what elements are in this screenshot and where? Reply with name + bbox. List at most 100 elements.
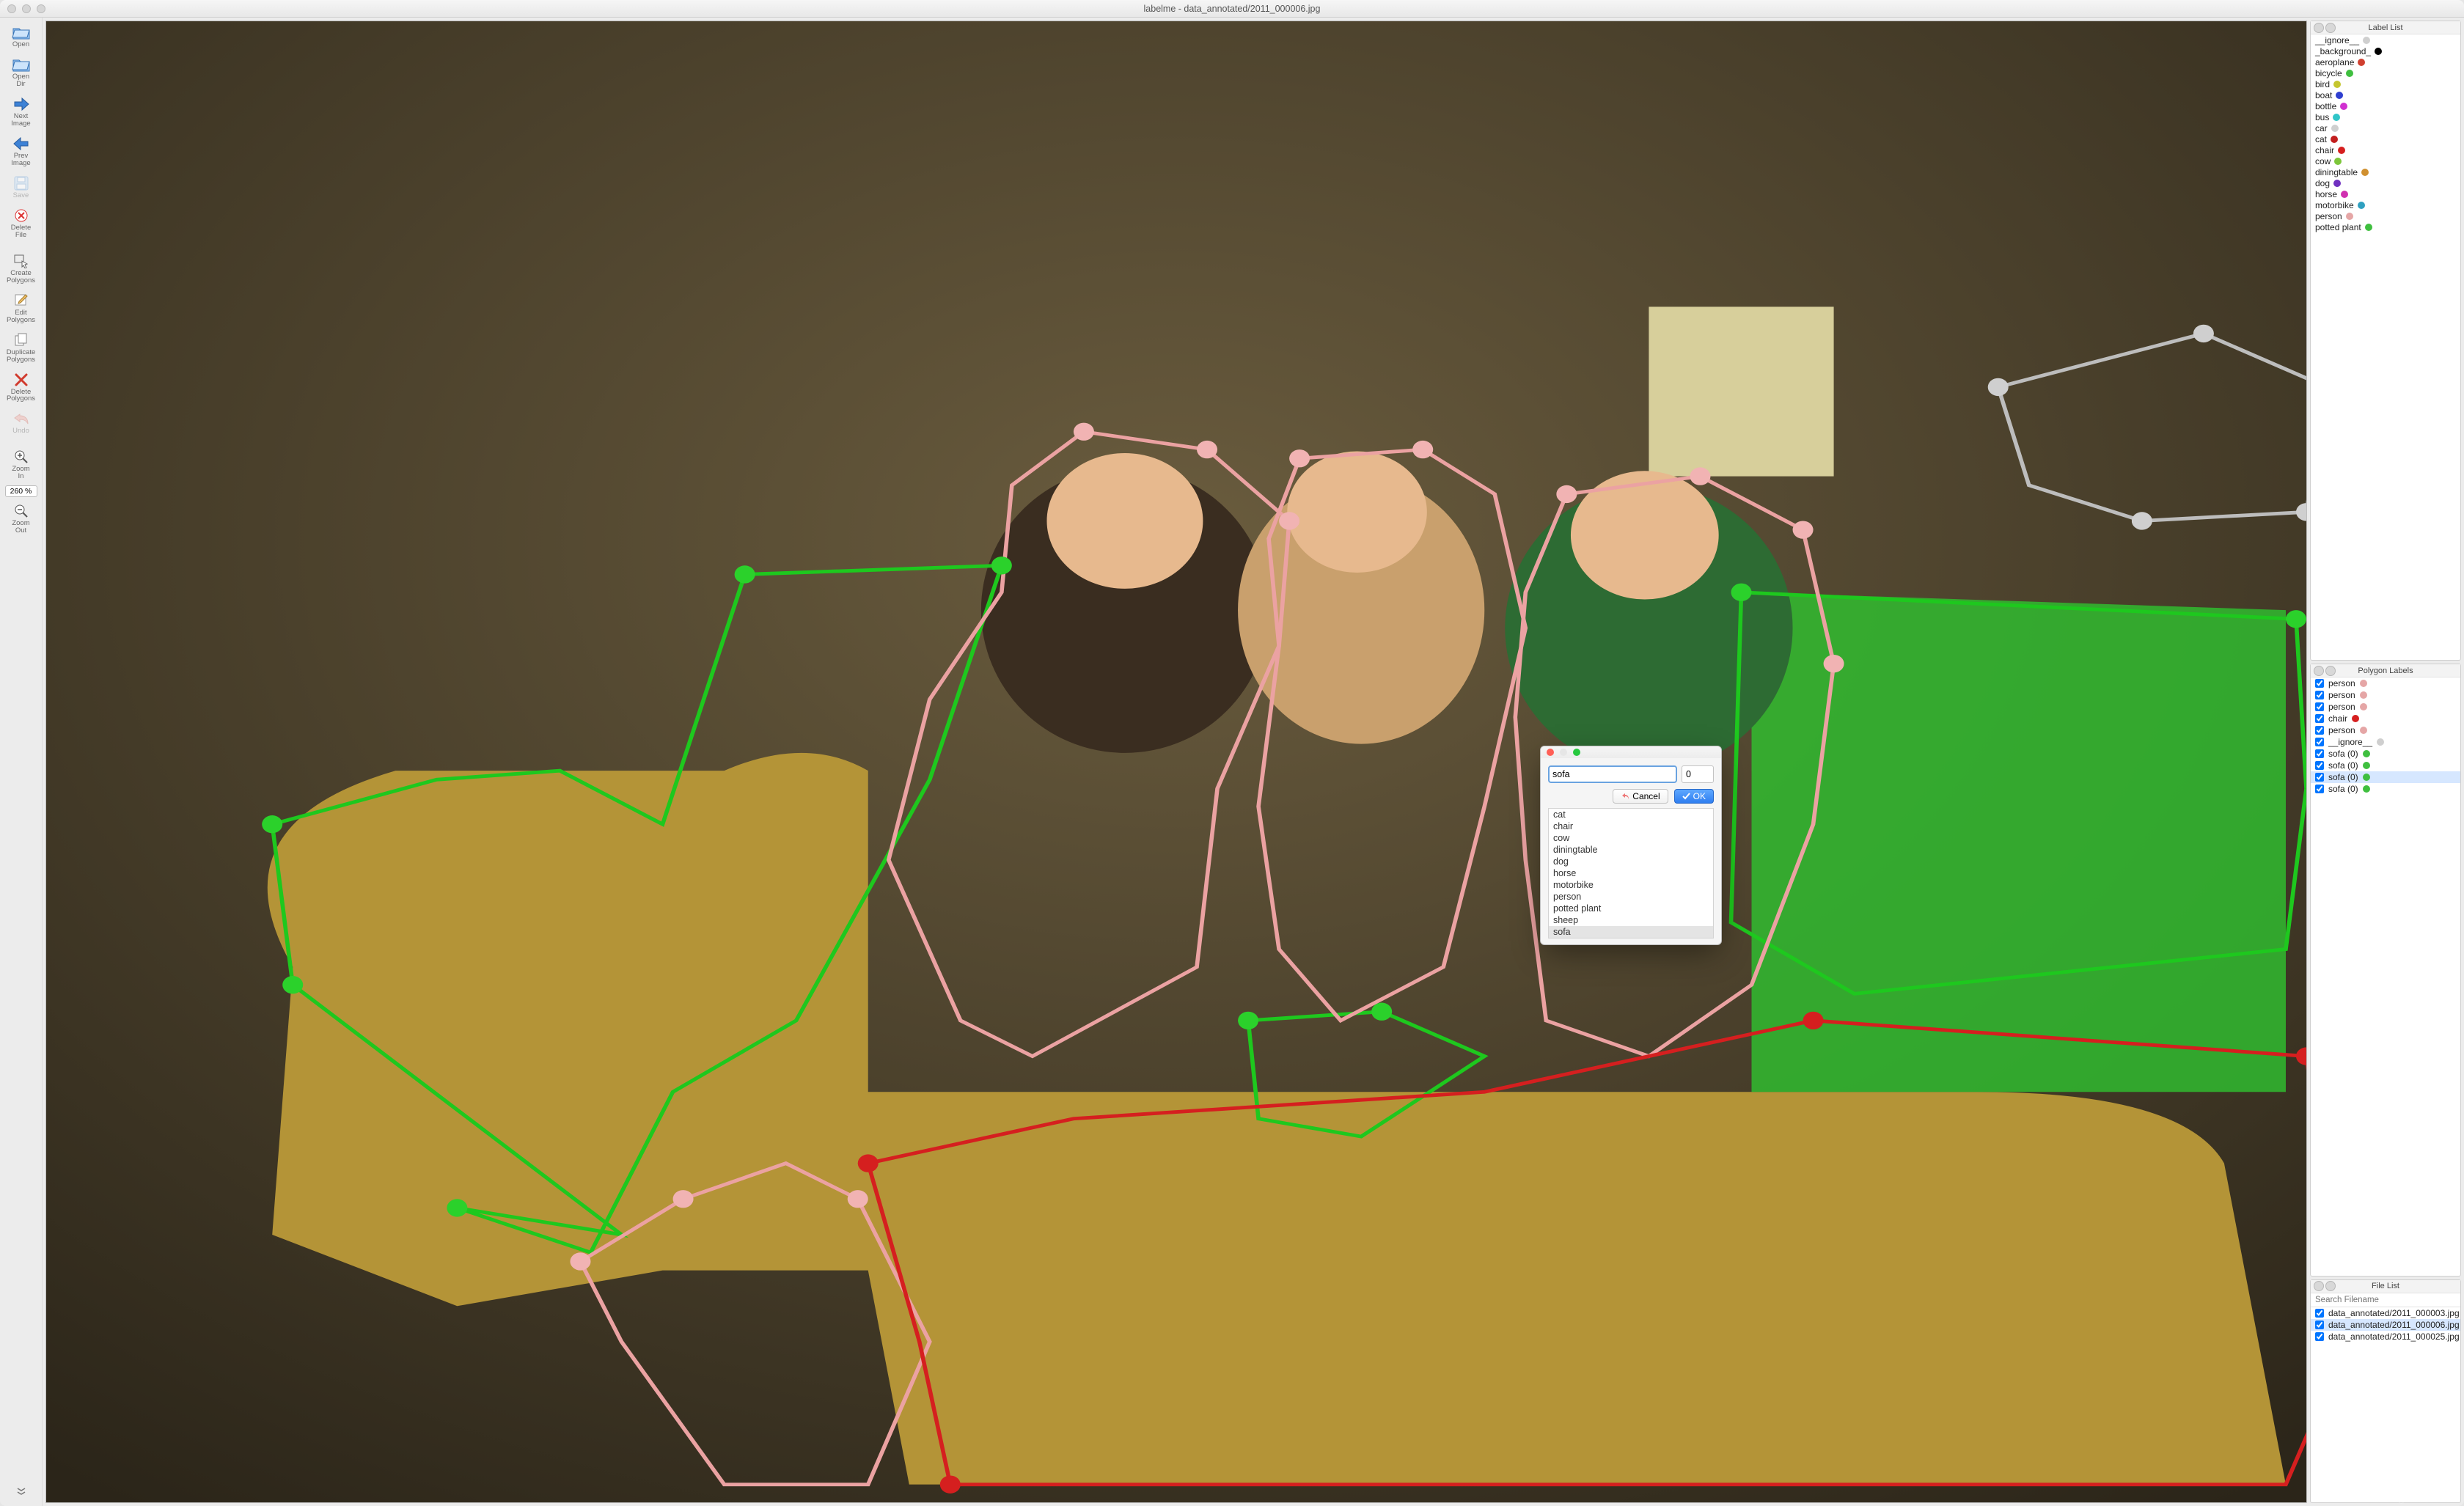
panel-undock-icon[interactable]: [2325, 23, 2336, 33]
polygon-item-checkbox[interactable]: [2315, 773, 2324, 782]
label-option-list[interactable]: catchaircowdiningtabledoghorsemotorbikep…: [1548, 808, 1714, 939]
label-option[interactable]: person: [1549, 891, 1713, 903]
delete-file-button[interactable]: Delete File: [0, 204, 42, 243]
toolbar-expand-toggle[interactable]: [0, 1481, 42, 1506]
zoom-value[interactable]: 260 %: [5, 485, 37, 497]
dialog-traffic-zoom[interactable]: [1573, 749, 1580, 756]
label-list-item[interactable]: bus: [2311, 111, 2460, 122]
file-item-checkbox[interactable]: [2315, 1309, 2324, 1318]
label-list-item[interactable]: bird: [2311, 78, 2460, 89]
polygon-list-item[interactable]: sofa (0): [2311, 783, 2460, 795]
polygon-list-item[interactable]: sofa (0): [2311, 760, 2460, 771]
label-list-item[interactable]: _background_: [2311, 45, 2460, 56]
label-group-input[interactable]: [1682, 765, 1714, 783]
traffic-min[interactable]: [22, 4, 31, 13]
label-list-item[interactable]: chair: [2311, 144, 2460, 155]
label-name-input[interactable]: [1548, 765, 1677, 783]
polygon-list-item[interactable]: person: [2311, 724, 2460, 736]
file-list-body[interactable]: data_annotated/2011_000003.jpg data_anno…: [2311, 1307, 2460, 1502]
label-option[interactable]: sheep: [1549, 914, 1713, 926]
zoom-out-button[interactable]: Zoom Out: [0, 499, 42, 539]
label-option[interactable]: dog: [1549, 856, 1713, 867]
polygon-item-checkbox[interactable]: [2315, 785, 2324, 793]
window-title: labelme - data_annotated/2011_000006.jpg: [0, 4, 2464, 14]
label-list-item[interactable]: boat: [2311, 89, 2460, 100]
label-option[interactable]: potted plant: [1549, 903, 1713, 914]
label-list-body[interactable]: __ignore___background_aeroplanebicyclebi…: [2311, 34, 2460, 660]
save-label: Save: [13, 192, 29, 199]
open-button[interactable]: Open: [0, 21, 42, 53]
create-polygons-button[interactable]: Create Polygons: [0, 249, 42, 289]
label-option[interactable]: chair: [1549, 820, 1713, 832]
cancel-button[interactable]: Cancel: [1613, 789, 1668, 804]
label-color-swatch: [2333, 81, 2341, 88]
label-list-item[interactable]: dog: [2311, 177, 2460, 188]
next-image-button[interactable]: Next Image: [0, 92, 42, 132]
label-option[interactable]: cow: [1549, 832, 1713, 844]
traffic-close[interactable]: [7, 4, 16, 13]
label-list-item[interactable]: cat: [2311, 133, 2460, 144]
folder-open-icon: [10, 23, 32, 41]
duplicate-polygons-button[interactable]: Duplicate Polygons: [0, 328, 42, 368]
panel-undock-icon[interactable]: [2325, 666, 2336, 676]
label-list-item[interactable]: car: [2311, 122, 2460, 133]
label-color-swatch: [2361, 169, 2369, 176]
label-option[interactable]: motorbike: [1549, 879, 1713, 891]
label-list-item[interactable]: motorbike: [2311, 199, 2460, 210]
polygon-item-checkbox[interactable]: [2315, 691, 2324, 699]
polygon-item-checkbox[interactable]: [2315, 749, 2324, 758]
panel-close-icon[interactable]: [2314, 666, 2324, 676]
traffic-zoom[interactable]: [37, 4, 45, 13]
polygon-list-item[interactable]: sofa (0): [2311, 748, 2460, 760]
polygon-list-item[interactable]: chair: [2311, 713, 2460, 724]
label-list-item[interactable]: horse: [2311, 188, 2460, 199]
panel-close-icon[interactable]: [2314, 23, 2324, 33]
polygon-item-checkbox[interactable]: [2315, 726, 2324, 735]
polygon-list-item[interactable]: person: [2311, 689, 2460, 701]
label-list-item[interactable]: person: [2311, 210, 2460, 221]
file-item-checkbox[interactable]: [2315, 1320, 2324, 1329]
delete-polygons-button[interactable]: Delete Polygons: [0, 368, 42, 408]
polygon-item-checkbox[interactable]: [2315, 761, 2324, 770]
polygon-item-checkbox[interactable]: [2315, 738, 2324, 746]
label-list-item[interactable]: aeroplane: [2311, 56, 2460, 67]
polygon-item-checkbox[interactable]: [2315, 679, 2324, 688]
open-dir-button[interactable]: Open Dir: [0, 53, 42, 92]
prev-image-button[interactable]: Prev Image: [0, 132, 42, 172]
label-list-item[interactable]: bottle: [2311, 100, 2460, 111]
file-list-item[interactable]: data_annotated/2011_000003.jpg: [2311, 1307, 2460, 1319]
file-list-item[interactable]: data_annotated/2011_000006.jpg: [2311, 1319, 2460, 1331]
label-list-item[interactable]: __ignore__: [2311, 34, 2460, 45]
polygon-list-item[interactable]: person: [2311, 677, 2460, 689]
polygon-item-checkbox[interactable]: [2315, 702, 2324, 711]
file-search-input[interactable]: [2311, 1293, 2460, 1307]
label-color-swatch: [2358, 59, 2365, 66]
polygon-list-item[interactable]: sofa (0): [2311, 771, 2460, 783]
edit-polygons-button[interactable]: Edit Polygons: [0, 289, 42, 328]
label-list-item[interactable]: potted plant: [2311, 221, 2460, 232]
ok-button[interactable]: OK: [1674, 789, 1714, 804]
canvas-area[interactable]: [45, 21, 2307, 1503]
label-option[interactable]: diningtable: [1549, 844, 1713, 856]
polygon-list-item[interactable]: person: [2311, 701, 2460, 713]
label-list-item[interactable]: cow: [2311, 155, 2460, 166]
label-item-text: chair: [2315, 145, 2334, 155]
window-titlebar: labelme - data_annotated/2011_000006.jpg: [0, 0, 2464, 18]
file-item-checkbox[interactable]: [2315, 1332, 2324, 1341]
polygon-labels-body[interactable]: person person person chair person __igno…: [2311, 677, 2460, 1276]
polygon-item-text: __ignore__: [2328, 737, 2372, 747]
polygon-item-checkbox[interactable]: [2315, 714, 2324, 723]
panel-close-icon[interactable]: [2314, 1281, 2324, 1291]
zoom-in-button[interactable]: Zoom In: [0, 445, 42, 485]
label-list-item[interactable]: bicycle: [2311, 67, 2460, 78]
label-list-item[interactable]: diningtable: [2311, 166, 2460, 177]
label-option[interactable]: cat: [1549, 809, 1713, 820]
label-option[interactable]: sofa: [1549, 926, 1713, 938]
label-option[interactable]: horse: [1549, 867, 1713, 879]
arrow-left-icon: [10, 135, 32, 153]
dialog-traffic-close[interactable]: [1547, 749, 1554, 756]
polygon-list-item[interactable]: __ignore__: [2311, 736, 2460, 748]
dialog-traffic-min[interactable]: [1560, 749, 1567, 756]
file-list-item[interactable]: data_annotated/2011_000025.jpg: [2311, 1331, 2460, 1342]
panel-undock-icon[interactable]: [2325, 1281, 2336, 1291]
